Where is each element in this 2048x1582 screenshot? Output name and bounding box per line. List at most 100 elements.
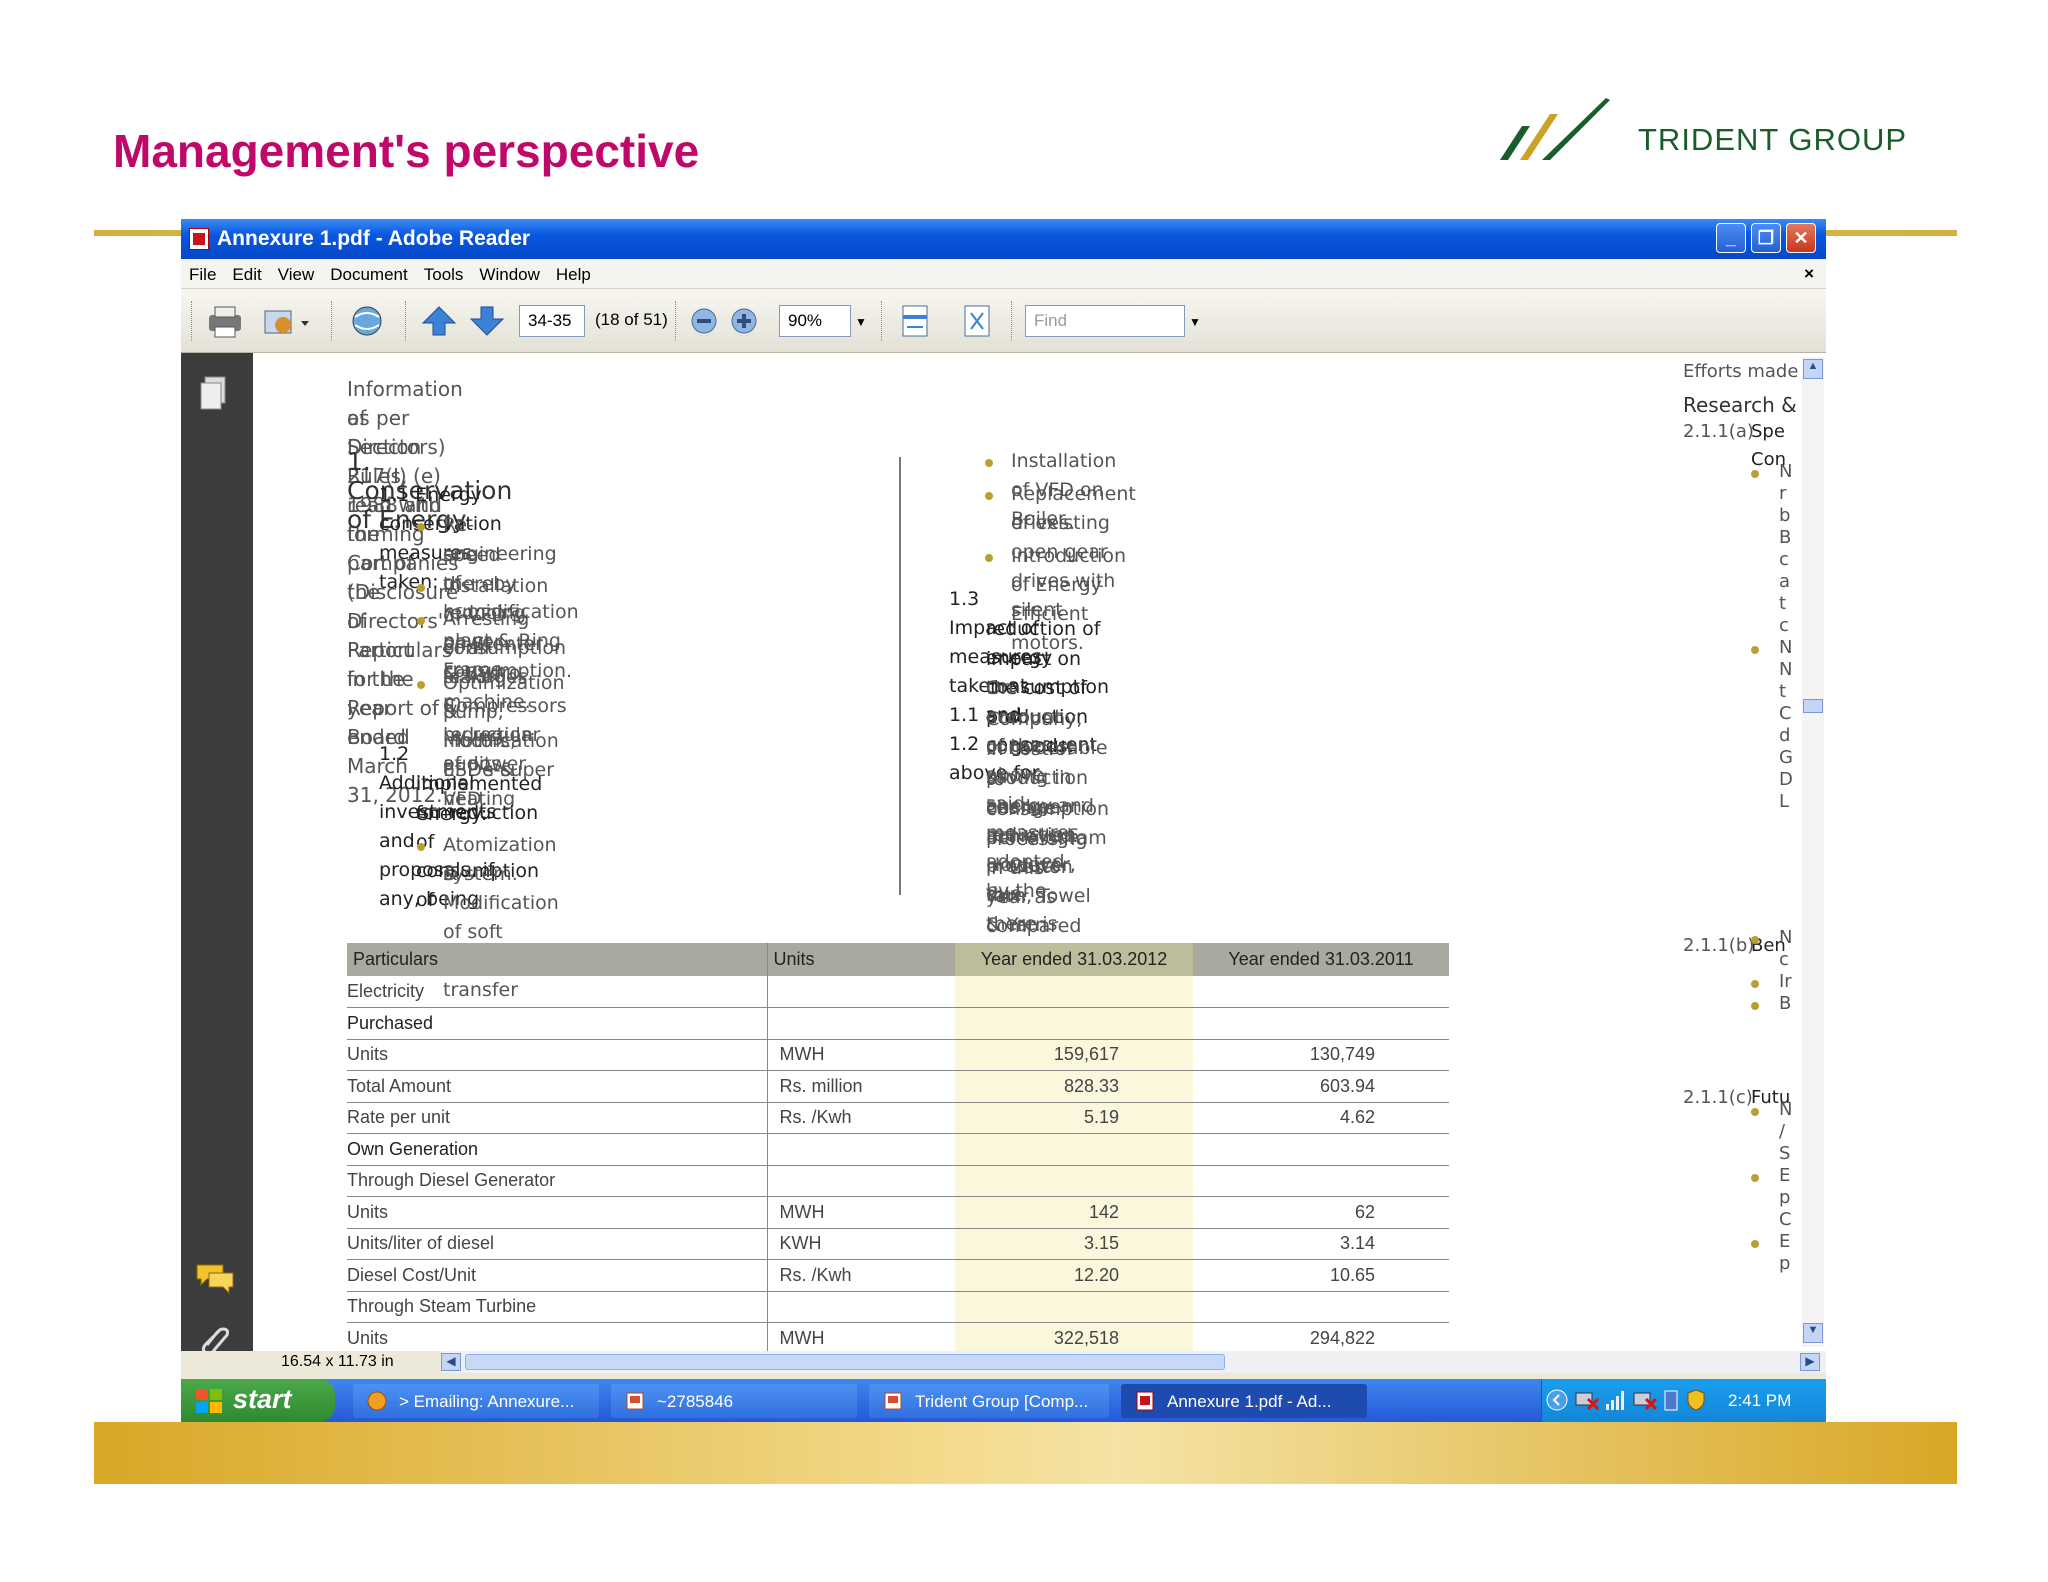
- network-disconnected-icon[interactable]: [1574, 1389, 1600, 1411]
- menu-view[interactable]: View: [270, 259, 323, 285]
- horizontal-scrollbar[interactable]: ◀ ▶: [253, 1351, 1826, 1373]
- vertical-scrollbar[interactable]: ▲ ▼: [1802, 357, 1824, 1347]
- menu-document[interactable]: Document: [322, 259, 415, 285]
- bullet-icon: [1751, 936, 1759, 944]
- taskbar-item-label: ~2785846: [657, 1392, 734, 1411]
- table-cell: KWH: [767, 1228, 955, 1260]
- toolbar: 34-35 (18 of 51) 90% ▼ Find ▼: [181, 289, 1826, 353]
- menu-file[interactable]: File: [181, 259, 224, 285]
- scroll-down-icon[interactable]: ▼: [1803, 1323, 1823, 1343]
- fit-width-icon[interactable]: [899, 303, 931, 339]
- energy-table: Particulars Units Year ended 31.03.2012 …: [347, 943, 1449, 976]
- globe-collaborate-icon[interactable]: [345, 303, 389, 339]
- find-input[interactable]: Find: [1025, 305, 1185, 337]
- slide: Management's perspective TRIDENT GROUP A…: [0, 0, 2048, 1582]
- email-attach-icon[interactable]: [261, 303, 311, 339]
- truncated-letter: p: [1779, 1253, 1791, 1274]
- table-cell: Electricity: [347, 976, 768, 1008]
- table-cell: 62: [1193, 1196, 1449, 1229]
- minimize-button[interactable]: _: [1716, 223, 1746, 253]
- truncated-letter: L: [1779, 791, 1790, 812]
- table-cell: [1193, 976, 1449, 1008]
- horizontal-scroll-thumb[interactable]: [465, 1354, 1225, 1370]
- truncated-letter: B: [1779, 527, 1792, 548]
- table-cell: [1193, 1291, 1449, 1323]
- truncated-letter: G: [1779, 747, 1793, 768]
- print-icon[interactable]: [205, 303, 245, 339]
- table-cell: [955, 1165, 1193, 1197]
- security-shield-icon[interactable]: [1686, 1388, 1706, 1412]
- zoom-in-icon[interactable]: [729, 303, 759, 339]
- network-error-icon[interactable]: [1632, 1389, 1658, 1411]
- truncated-letter: C: [1779, 1209, 1792, 1230]
- table-cell: 159,617: [955, 1039, 1193, 1071]
- bullet-icon: [1751, 646, 1759, 654]
- zoom-out-icon[interactable]: [689, 303, 719, 339]
- bullet-icon: [1751, 1240, 1759, 1248]
- start-button[interactable]: start: [181, 1379, 335, 1422]
- page-number-input[interactable]: 34-35: [519, 305, 585, 337]
- taskbar-item[interactable]: ~2785846: [611, 1384, 857, 1418]
- page-count-label: (18 of 51): [595, 310, 668, 329]
- zoom-dropdown-icon[interactable]: ▼: [855, 315, 867, 329]
- table-cell: [955, 976, 1193, 1008]
- comments-icon[interactable]: [193, 1261, 237, 1295]
- taskbar-item[interactable]: Trident Group [Comp...: [869, 1384, 1109, 1418]
- clock[interactable]: 2:41 PM: [1728, 1391, 1791, 1411]
- table-cell: [767, 1165, 955, 1197]
- table-cell: 5.19: [955, 1102, 1193, 1134]
- table-cell: MWH: [767, 1196, 955, 1229]
- full-screen-icon[interactable]: [961, 303, 993, 339]
- toolbar-separator: [405, 301, 407, 341]
- pages-icon[interactable]: [197, 375, 233, 413]
- table-cell: 828.33: [955, 1070, 1193, 1103]
- table-cell: Purchased: [347, 1007, 768, 1040]
- next-page-icon[interactable]: [469, 303, 505, 339]
- pdf-page-view[interactable]: Information as per Section 217(I) (e) re…: [253, 353, 1744, 1351]
- table-cell: 142: [955, 1196, 1193, 1229]
- taskbar-item[interactable]: > Emailing: Annexure...: [353, 1384, 599, 1418]
- signal-strength-icon[interactable]: [1604, 1388, 1628, 1412]
- find-dropdown-icon[interactable]: ▼: [1189, 315, 1201, 329]
- bullet-icon: [985, 492, 993, 500]
- scroll-up-icon[interactable]: ▲: [1803, 359, 1823, 379]
- table-cell: 603.94: [1193, 1070, 1449, 1103]
- truncated-letter: E: [1779, 1231, 1791, 1252]
- page-size-status: 16.54 x 11.73 in: [181, 1351, 441, 1373]
- window-title: Annexure 1.pdf - Adobe Reader: [217, 227, 531, 250]
- table-cell: Through Steam Turbine: [347, 1291, 768, 1323]
- scrollbar-thumb[interactable]: [1803, 699, 1823, 713]
- browser-icon: [367, 1391, 387, 1411]
- table-cell: 3.15: [955, 1228, 1193, 1260]
- table-cell: Units: [347, 1039, 768, 1071]
- table-cell: [1193, 1007, 1449, 1040]
- truncated-letter: D: [1779, 769, 1793, 790]
- research-heading: Research &: [1683, 393, 1797, 417]
- windows-taskbar: start > Emailing: Annexure... ~2785846 T…: [181, 1379, 1826, 1422]
- table-cell: [1193, 1133, 1449, 1166]
- truncated-letter: t: [1779, 593, 1787, 614]
- close-button[interactable]: ✕: [1786, 223, 1816, 253]
- restore-button[interactable]: ❐: [1751, 223, 1781, 253]
- taskbar-item-active[interactable]: Annexure 1.pdf - Ad...: [1121, 1384, 1367, 1418]
- menu-edit[interactable]: Edit: [224, 259, 269, 285]
- tray-expand-icon[interactable]: [1546, 1389, 1568, 1411]
- document-close-icon[interactable]: ×: [1804, 264, 1814, 284]
- table-cell: Units/liter of diesel: [347, 1228, 768, 1260]
- menu-tools[interactable]: Tools: [416, 259, 472, 285]
- truncated-letter: c: [1779, 615, 1789, 636]
- scroll-right-icon[interactable]: ▶: [1800, 1353, 1820, 1371]
- table-row: Units MWH 322,518 294,822: [347, 1322, 1449, 1351]
- toolbar-grip: [191, 301, 193, 341]
- table-cell: 294,822: [1193, 1322, 1449, 1351]
- title-bar[interactable]: Annexure 1.pdf - Adobe Reader _ ❐ ✕: [181, 219, 1826, 259]
- menu-help[interactable]: Help: [548, 259, 599, 285]
- zoom-level-select[interactable]: 90%: [779, 305, 851, 337]
- adjacent-page-view[interactable]: Efforts made Research & 2.1.1(a) Spe Con…: [1671, 353, 1826, 1351]
- previous-page-icon[interactable]: [421, 303, 457, 339]
- menu-window[interactable]: Window: [471, 259, 547, 285]
- scroll-left-icon[interactable]: ◀: [441, 1353, 461, 1371]
- battery-icon[interactable]: [1662, 1388, 1680, 1412]
- bullet-icon: [985, 459, 993, 467]
- truncated-letter: d: [1779, 725, 1791, 746]
